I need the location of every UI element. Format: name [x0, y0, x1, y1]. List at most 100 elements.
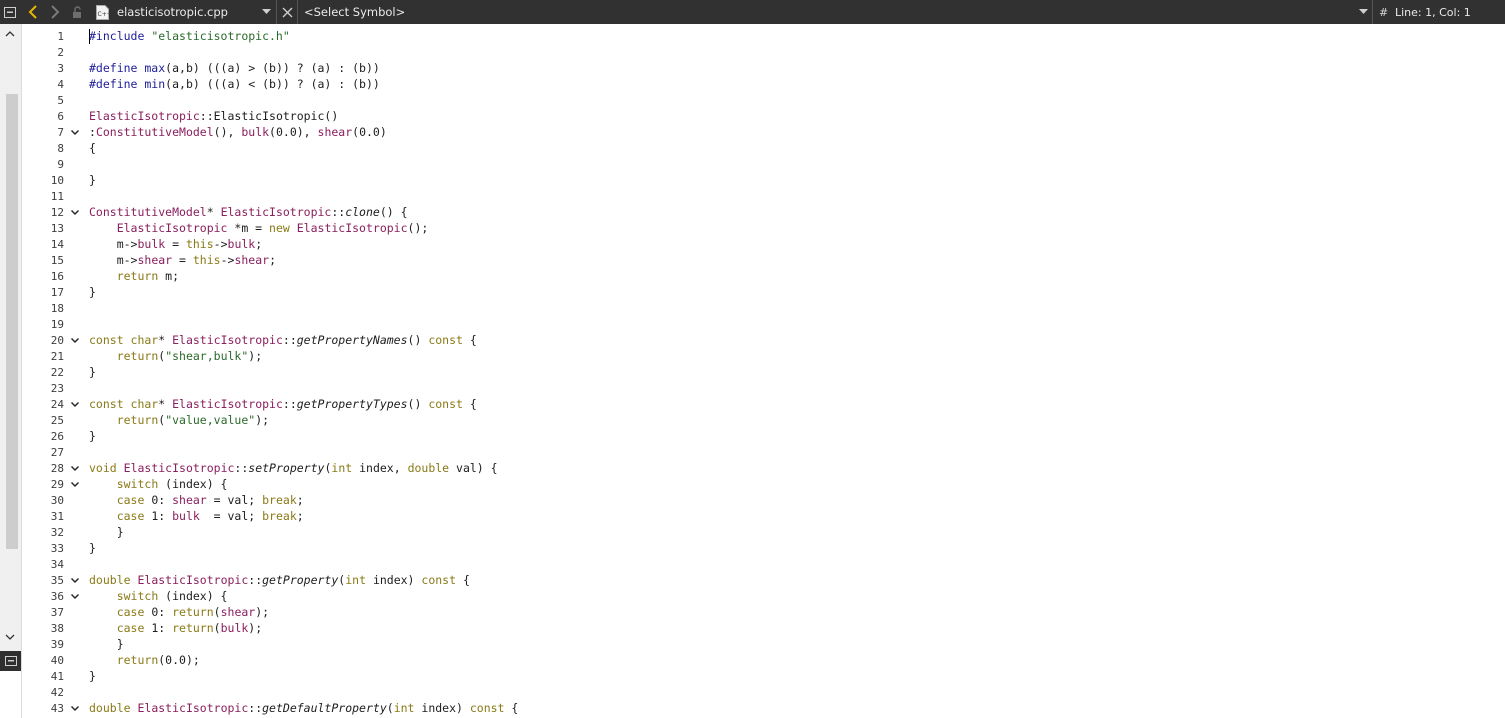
code-line[interactable]: 13 ElasticIsotropic *m = new ElasticIsot…: [22, 220, 1505, 236]
fold-chevron-icon[interactable]: [69, 700, 81, 716]
menu-icon[interactable]: [2, 0, 18, 24]
code-line[interactable]: 33}: [22, 540, 1505, 556]
code-line[interactable]: 14 m->bulk = this->bulk;: [22, 236, 1505, 252]
code-line[interactable]: 11: [22, 188, 1505, 204]
chevron-down-icon[interactable]: [1355, 0, 1371, 24]
code-line[interactable]: 23: [22, 380, 1505, 396]
code-line[interactable]: 22}: [22, 364, 1505, 380]
file-name-label[interactable]: elasticisotropic.cpp: [117, 0, 257, 24]
fold-chevron-icon[interactable]: [69, 572, 81, 588]
code-line[interactable]: 31 case 1: bulk = val; break;: [22, 508, 1505, 524]
fold-chevron-icon[interactable]: [69, 476, 81, 492]
code-token: (0.0): [352, 125, 387, 139]
code-line[interactable]: 21 return("shear,bulk");: [22, 348, 1505, 364]
code-line[interactable]: 24 const char* ElasticIsotropic::getPrope…: [22, 396, 1505, 412]
vertical-scrollbar-thumb[interactable]: [6, 94, 18, 549]
code-line[interactable]: 34: [22, 556, 1505, 572]
code-text: }: [89, 541, 96, 555]
code-line[interactable]: 42: [22, 684, 1505, 700]
code-token: = val;: [206, 493, 263, 507]
code-token: ::ElasticIsotropic(): [199, 109, 339, 123]
code-token: shear: [137, 253, 173, 267]
back-icon[interactable]: [24, 0, 42, 24]
code-line[interactable]: 29 switch (index) {: [22, 476, 1505, 492]
scroll-down-icon[interactable]: [2, 630, 18, 644]
code-token: ElasticIsotropic: [123, 461, 235, 475]
code-token: setProperty: [248, 461, 325, 475]
forward-icon[interactable]: [46, 0, 64, 24]
code-line[interactable]: 40 return(0.0);: [22, 652, 1505, 668]
code-line[interactable]: 12 ConstitutiveModel* ElasticIsotropic::c…: [22, 204, 1505, 220]
code-line[interactable]: 25 return("value,value");: [22, 412, 1505, 428]
code-token: ::: [234, 461, 249, 475]
code-line[interactable]: 18: [22, 300, 1505, 316]
line-number: 29: [50, 477, 64, 491]
line-number: 16: [50, 269, 64, 283]
code-token: }: [89, 541, 96, 555]
fold-chevron-icon[interactable]: [69, 124, 81, 140]
code-line[interactable]: 36 switch (index) {: [22, 588, 1505, 604]
code-line[interactable]: 1 #include "elasticisotropic.h": [22, 28, 1505, 44]
fold-chevron-icon[interactable]: [69, 332, 81, 348]
code-line[interactable]: 39 }: [22, 636, 1505, 652]
code-line[interactable]: 9: [22, 156, 1505, 172]
code-line[interactable]: 30 case 0: shear = val; break;: [22, 492, 1505, 508]
code-line[interactable]: 43 double ElasticIsotropic::getDefaultPro…: [22, 700, 1505, 716]
code-token: (: [213, 621, 221, 635]
code-line[interactable]: 19: [22, 316, 1505, 332]
code-line[interactable]: 35 double ElasticIsotropic::getProperty(i…: [22, 572, 1505, 588]
line-number: 4: [57, 77, 64, 91]
scroll-up-icon[interactable]: [2, 26, 18, 40]
code-token: switch: [116, 477, 159, 491]
code-line[interactable]: 27: [22, 444, 1505, 460]
fold-chevron-icon[interactable]: [69, 460, 81, 476]
code-text: return m;: [89, 269, 179, 283]
code-line[interactable]: 5: [22, 92, 1505, 108]
fold-chevron-icon[interactable]: [69, 588, 81, 604]
close-icon[interactable]: [279, 0, 295, 24]
code-line[interactable]: 10}: [22, 172, 1505, 188]
line-col-indicator[interactable]: Line: 1, Col: 1: [1395, 0, 1495, 24]
code-line[interactable]: 41}: [22, 668, 1505, 684]
fold-chevron-icon[interactable]: [69, 396, 81, 412]
line-number: 7: [57, 125, 64, 139]
code-token: void: [89, 461, 117, 475]
code-line[interactable]: 8{: [22, 140, 1505, 156]
code-editor[interactable]: 1 #include "elasticisotropic.h" 2 3 #define …: [22, 24, 1505, 718]
code-token: *m =: [227, 221, 270, 235]
code-token: ElasticIsotropic: [172, 397, 283, 411]
code-line[interactable]: 38 case 1: return(bulk);: [22, 620, 1505, 636]
fold-chevron-icon[interactable]: [69, 204, 81, 220]
code-line[interactable]: 3 #define max(a,b) (((a) > (b)) ? (a) : (…: [22, 60, 1505, 76]
code-line[interactable]: 15 m->shear = this->shear;: [22, 252, 1505, 268]
symbol-selector[interactable]: <Select Symbol>: [304, 0, 604, 24]
code-line[interactable]: 17}: [22, 284, 1505, 300]
code-line[interactable]: 32 }: [22, 524, 1505, 540]
code-line[interactable]: 6 ElasticIsotropic::ElasticIsotropic(): [22, 108, 1505, 124]
code-line[interactable]: 20 const char* ElasticIsotropic::getPrope…: [22, 332, 1505, 348]
code-line[interactable]: 4 #define min(a,b) (((a) < (b)) ? (a) : (…: [22, 76, 1505, 92]
code-line[interactable]: 37 case 0: return(shear);: [22, 604, 1505, 620]
code-line[interactable]: 26}: [22, 428, 1505, 444]
code-token: case: [116, 509, 145, 523]
code-token: (a,b) (((a) > (b)) ? (a) : (b)): [165, 61, 380, 75]
code-token: getPropertyTypes: [296, 397, 408, 411]
code-text: case 1: bulk = val; break;: [89, 509, 304, 523]
code-line[interactable]: 16 return m;: [22, 268, 1505, 284]
code-token: }: [89, 365, 96, 379]
code-line[interactable]: 7:ConstitutiveModel(), bulk(0.0), shear(…: [22, 124, 1505, 140]
code-text: return(0.0);: [89, 653, 200, 667]
code-text: return("value,value");: [89, 413, 269, 427]
panel-toggle-icon[interactable]: [0, 651, 21, 671]
code-token: return: [116, 653, 159, 667]
chevron-down-icon[interactable]: [258, 0, 274, 24]
line-number: 10: [50, 173, 64, 187]
code-token: );: [255, 605, 270, 619]
lock-icon[interactable]: [70, 0, 86, 24]
code-text: switch (index) {: [89, 589, 228, 603]
code-line[interactable]: 2: [22, 44, 1505, 60]
code-line[interactable]: 28 void ElasticIsotropic::setProperty(int…: [22, 460, 1505, 476]
